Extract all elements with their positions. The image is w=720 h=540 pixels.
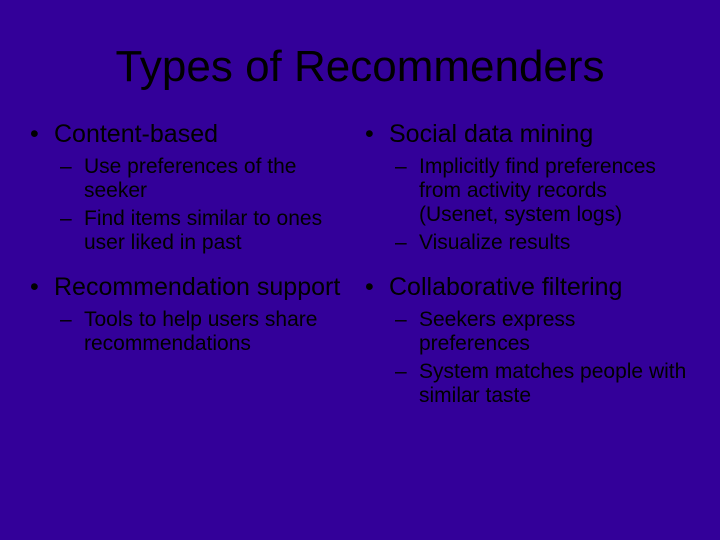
bullet-collaborative-filtering: Collaborative filtering [365, 273, 690, 302]
subbullet-system-matches: System matches people with similar taste [395, 360, 690, 408]
left-column: Content-based Use preferences of the see… [30, 120, 365, 413]
right-column: Social data mining Implicitly find prefe… [365, 120, 700, 413]
bullet-social-data-mining: Social data mining [365, 120, 690, 149]
subbullet-seekers-express: Seekers express preferences [395, 308, 690, 356]
subbullet-use-preferences: Use preferences of the seeker [60, 155, 355, 203]
slide-title: Types of Recommenders [0, 0, 720, 120]
bullet-content-based: Content-based [30, 120, 355, 149]
subbullet-implicitly-find: Implicitly find preferences from activit… [395, 155, 690, 227]
content-columns: Content-based Use preferences of the see… [0, 120, 720, 413]
subbullet-find-items: Find items similar to ones user liked in… [60, 207, 355, 255]
spacer [30, 259, 355, 273]
subbullet-tools-share: Tools to help users share recommendation… [60, 308, 355, 356]
subbullet-visualize-results: Visualize results [395, 231, 690, 255]
spacer [365, 259, 690, 273]
bullet-recommendation-support: Recommendation support [30, 273, 355, 302]
slide: Types of Recommenders Content-based Use … [0, 0, 720, 540]
